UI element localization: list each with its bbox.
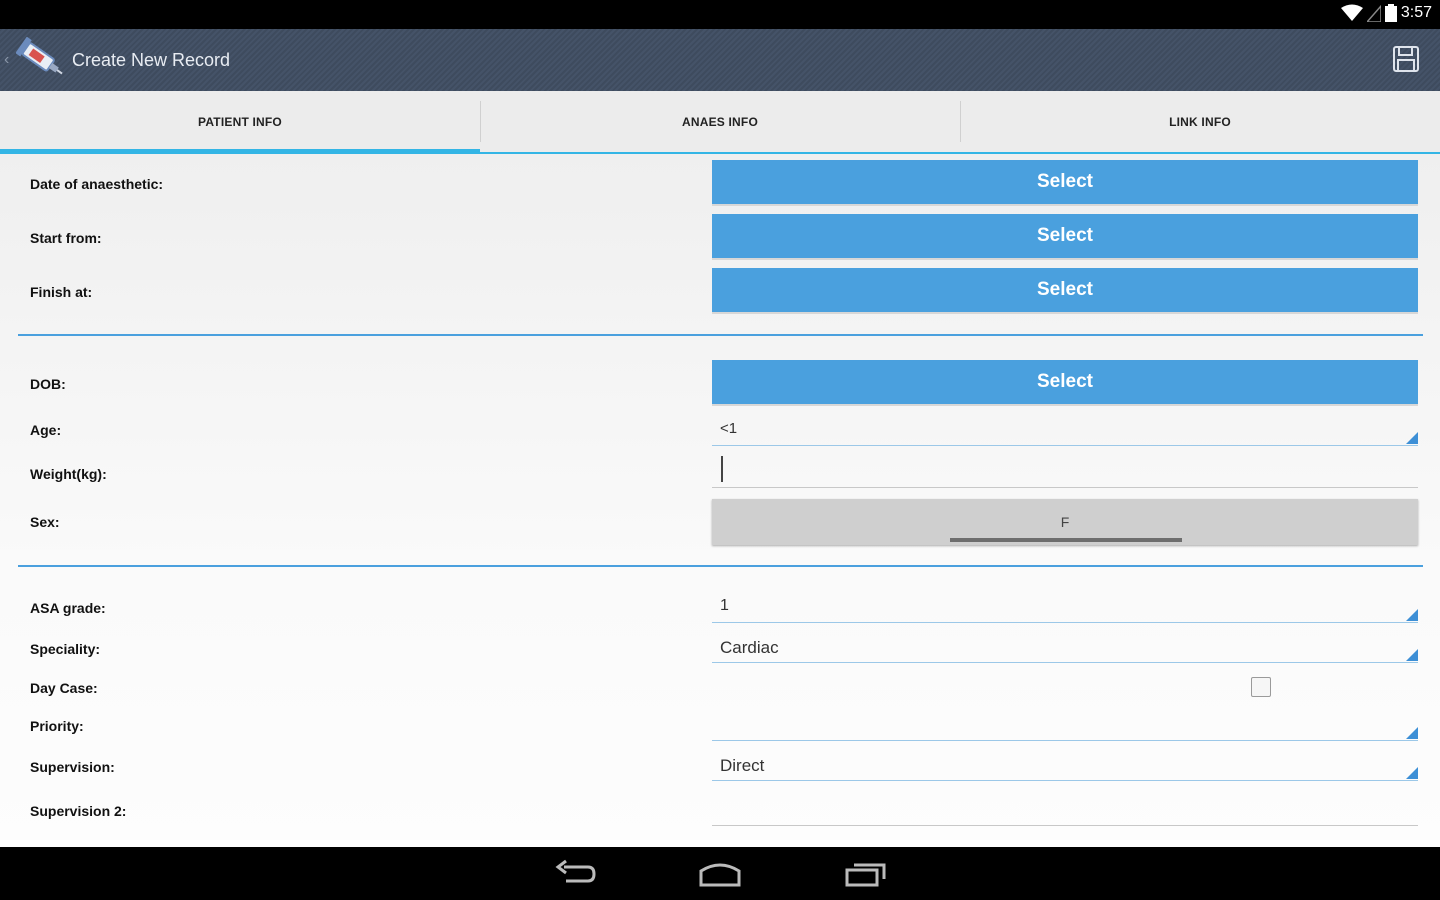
save-icon[interactable] <box>1392 45 1420 73</box>
section-divider <box>18 565 1423 567</box>
dropdown-arrow-icon <box>1406 727 1418 739</box>
finish-at-label: Finish at: <box>30 284 93 300</box>
status-indicators: 3:57 <box>1340 4 1432 22</box>
date-of-anaesthetic-select-button[interactable]: Select <box>712 160 1418 204</box>
age-spinner[interactable]: <1 <box>712 406 1418 446</box>
weight-label: Weight(kg): <box>30 466 107 482</box>
tab-link-info[interactable]: LINK INFO <box>960 91 1440 152</box>
supervision-value: Direct <box>720 756 765 775</box>
signal-icon <box>1366 4 1381 22</box>
priority-spinner[interactable] <box>712 701 1418 741</box>
tab-anaes-info[interactable]: ANAES INFO <box>480 91 960 152</box>
age-label: Age: <box>30 422 62 438</box>
tab-bar: PATIENT INFO ANAES INFO LINK INFO <box>0 91 1440 154</box>
supervision-2-label: Supervision 2: <box>30 803 127 819</box>
asa-grade-label: ASA grade: <box>30 600 106 616</box>
asa-grade-spinner[interactable]: 1 <box>712 583 1418 623</box>
age-value: <1 <box>720 420 738 437</box>
page-title: Create New Record <box>72 50 231 70</box>
start-from-select-button[interactable]: Select <box>712 214 1418 258</box>
sex-toggle-button[interactable]: F <box>712 499 1418 545</box>
status-bar: 3:57 <box>0 0 1440 29</box>
day-case-checkbox[interactable] <box>1251 677 1271 697</box>
recents-icon[interactable] <box>844 859 888 889</box>
start-from-label: Start from: <box>30 230 102 246</box>
dropdown-arrow-icon <box>1406 649 1418 661</box>
back-icon[interactable] <box>554 859 598 889</box>
dropdown-arrow-icon <box>1406 609 1418 621</box>
up-caret-icon[interactable]: ‹ <box>4 51 9 69</box>
priority-label: Priority: <box>30 718 84 734</box>
date-of-anaesthetic-label: Date of anaesthetic: <box>30 176 164 192</box>
syringe-icon[interactable] <box>16 37 66 83</box>
tab-patient-info[interactable]: PATIENT INFO <box>0 91 480 154</box>
day-case-label: Day Case: <box>30 680 98 696</box>
wifi-icon <box>1340 4 1363 21</box>
toggle-indicator <box>950 538 1182 542</box>
navigation-bar <box>0 847 1440 900</box>
dob-select-button[interactable]: Select <box>712 360 1418 404</box>
text-cursor <box>721 456 723 482</box>
home-icon[interactable] <box>698 859 742 889</box>
speciality-spinner[interactable]: Cardiac <box>712 623 1418 663</box>
patient-info-form: Date of anaesthetic: Select Start from: … <box>0 154 1440 847</box>
sex-value: F <box>1060 514 1070 530</box>
speciality-label: Speciality: <box>30 641 101 657</box>
finish-at-select-button[interactable]: Select <box>712 268 1418 312</box>
speciality-value: Cardiac <box>720 638 779 657</box>
asa-grade-value: 1 <box>720 597 729 614</box>
action-bar: ‹ Create New Record <box>0 29 1440 91</box>
weight-input[interactable] <box>712 448 1418 488</box>
section-divider <box>18 334 1423 336</box>
supervision-2-field[interactable] <box>712 786 1418 826</box>
dropdown-arrow-icon <box>1406 432 1418 444</box>
battery-icon <box>1384 4 1397 22</box>
supervision-label: Supervision: <box>30 759 115 775</box>
sex-label: Sex: <box>30 514 60 530</box>
supervision-spinner[interactable]: Direct <box>712 741 1418 781</box>
dropdown-arrow-icon <box>1406 767 1418 779</box>
clock: 3:57 <box>1400 4 1432 21</box>
dob-label: DOB: <box>30 376 66 392</box>
